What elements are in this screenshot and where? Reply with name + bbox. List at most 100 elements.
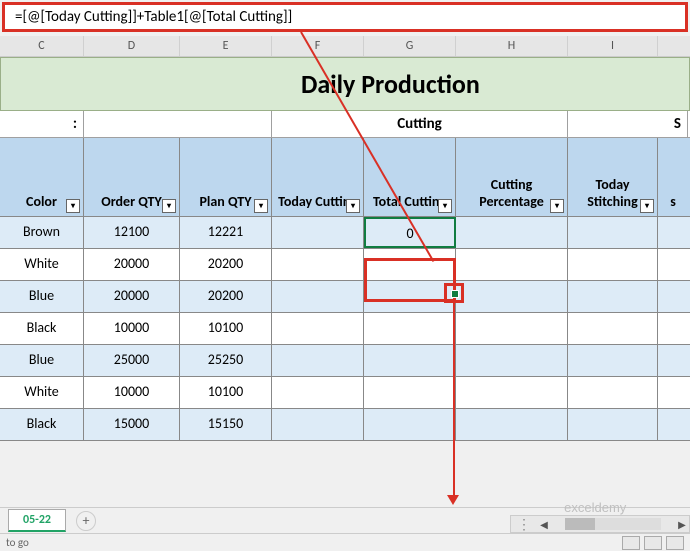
filter-icon[interactable]: ▾ [66, 199, 80, 213]
table-row: Brown12100122210 [0, 217, 690, 249]
arrow-head-icon [447, 495, 459, 505]
cell[interactable]: Blue [0, 281, 84, 312]
cell[interactable]: Brown [0, 217, 84, 248]
add-sheet-button[interactable]: + [76, 511, 96, 531]
header-cutting-pct[interactable]: Cutting Percentage ▾ [456, 138, 568, 216]
view-break-icon[interactable] [666, 536, 684, 550]
cell[interactable] [658, 217, 688, 248]
cell[interactable] [568, 345, 658, 376]
cell[interactable] [272, 313, 364, 344]
cell[interactable]: 15150 [180, 409, 272, 440]
cell[interactable] [456, 345, 568, 376]
cell[interactable]: 20200 [180, 281, 272, 312]
scroll-track[interactable] [565, 518, 661, 530]
filter-icon[interactable]: ▾ [640, 199, 654, 213]
cell[interactable] [456, 313, 568, 344]
view-layout-icon[interactable] [644, 536, 662, 550]
cell[interactable]: 10100 [180, 377, 272, 408]
col-header-e[interactable]: E [180, 36, 272, 56]
formula-text: =[@[Today Cutting]]+Table1[@[Total Cutti… [15, 8, 292, 26]
horizontal-scrollbar[interactable]: ⋮ ◀ ▶ [510, 515, 690, 533]
cell[interactable] [568, 409, 658, 440]
formula-bar[interactable]: =[@[Today Cutting]]+Table1[@[Total Cutti… [2, 2, 688, 32]
col-header-f[interactable]: F [272, 36, 364, 56]
cell[interactable] [568, 377, 658, 408]
col-header-g[interactable]: G [364, 36, 456, 56]
scroll-thumb[interactable] [565, 518, 595, 530]
cell[interactable] [364, 281, 456, 312]
cell[interactable] [568, 313, 658, 344]
cell[interactable]: Black [0, 313, 84, 344]
header-total-cutting[interactable]: Total Cutting ▾ [364, 138, 456, 216]
status-right [622, 536, 684, 550]
cell[interactable] [272, 281, 364, 312]
arrow-line-2 [453, 302, 455, 497]
cell[interactable]: 20200 [180, 249, 272, 280]
cell[interactable] [658, 345, 688, 376]
header-today-stitching[interactable]: Today Stitching ▾ [568, 138, 658, 216]
section-header-row: : Cutting S [0, 111, 690, 138]
filter-icon[interactable]: ▾ [550, 199, 564, 213]
header-color[interactable]: Color ▾ [0, 138, 84, 216]
cell[interactable] [456, 377, 568, 408]
cell[interactable]: 15000 [84, 409, 180, 440]
scroll-left-icon[interactable]: ◀ [537, 518, 551, 531]
col-header-d[interactable]: D [84, 36, 180, 56]
header-today-cutting[interactable]: Today Cutting ▾ [272, 138, 364, 216]
cell[interactable]: 10000 [84, 377, 180, 408]
col-header-i[interactable]: I [568, 36, 658, 56]
cell[interactable]: 10100 [180, 313, 272, 344]
cell[interactable] [272, 217, 364, 248]
status-bar: to go [0, 533, 690, 551]
cell[interactable] [364, 249, 456, 280]
fill-handle[interactable] [451, 290, 459, 298]
cell[interactable] [364, 313, 456, 344]
cell[interactable] [456, 249, 568, 280]
cell[interactable] [658, 281, 688, 312]
cell[interactable]: 20000 [84, 249, 180, 280]
header-planqty[interactable]: Plan QTY ▾ [180, 138, 272, 216]
title-text: Daily Production [301, 68, 480, 100]
filter-icon[interactable]: ▾ [162, 199, 176, 213]
col-header-c[interactable]: C [0, 36, 84, 56]
cell[interactable]: Black [0, 409, 84, 440]
filter-icon[interactable]: ▾ [254, 199, 268, 213]
cell[interactable] [568, 281, 658, 312]
sheet-tab-active[interactable]: 05-22 [8, 509, 66, 532]
cell[interactable] [272, 249, 364, 280]
cell[interactable] [456, 217, 568, 248]
cell[interactable]: White [0, 377, 84, 408]
scroll-right-icon[interactable]: ▶ [675, 518, 689, 531]
cell[interactable]: 12100 [84, 217, 180, 248]
filter-icon[interactable]: ▾ [438, 199, 452, 213]
cell[interactable] [272, 345, 364, 376]
col-header-h[interactable]: H [456, 36, 568, 56]
cell[interactable] [658, 313, 688, 344]
table-row: White2000020200 [0, 249, 690, 281]
filter-icon[interactable]: ▾ [346, 199, 360, 213]
cell[interactable]: White [0, 249, 84, 280]
header-s[interactable]: s [658, 138, 688, 216]
cell[interactable] [658, 249, 688, 280]
cell[interactable]: 25000 [84, 345, 180, 376]
cell[interactable] [658, 377, 688, 408]
section-cutting: Cutting [272, 111, 568, 137]
cell[interactable] [456, 281, 568, 312]
cell[interactable] [456, 409, 568, 440]
cell[interactable]: 10000 [84, 313, 180, 344]
cell[interactable]: Blue [0, 345, 84, 376]
cell[interactable]: 12221 [180, 217, 272, 248]
cell[interactable]: 20000 [84, 281, 180, 312]
cell[interactable] [364, 377, 456, 408]
header-orderqty[interactable]: Order QTY ▾ [84, 138, 180, 216]
cell[interactable] [272, 377, 364, 408]
cell[interactable] [272, 409, 364, 440]
cell[interactable]: 25250 [180, 345, 272, 376]
cell[interactable] [568, 217, 658, 248]
cell[interactable] [364, 345, 456, 376]
status-text: to go [6, 536, 29, 549]
view-normal-icon[interactable] [622, 536, 640, 550]
cell[interactable] [658, 409, 688, 440]
cell[interactable] [568, 249, 658, 280]
cell[interactable] [364, 409, 456, 440]
